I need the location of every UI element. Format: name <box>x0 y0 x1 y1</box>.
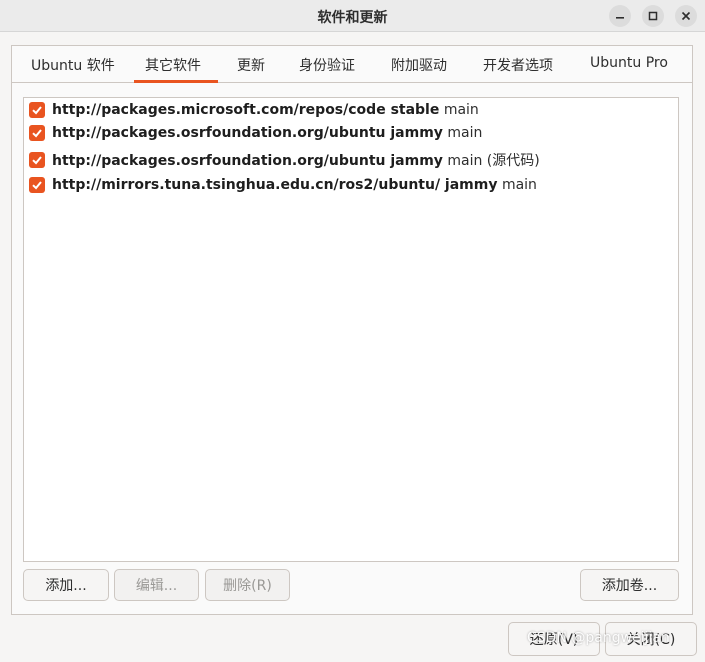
checkmark-icon <box>32 181 42 190</box>
tab-developer-options[interactable]: 开发者选项 <box>483 55 553 75</box>
active-tab-indicator <box>134 80 218 83</box>
source-url: http://packages.microsoft.com/repos/code… <box>52 102 440 118</box>
tab-panel: Ubuntu 软件 其它软件 更新 身份验证 附加驱动 开发者选项 Ubuntu… <box>11 45 693 615</box>
title-bar: 软件和更新 <box>0 0 705 32</box>
window-title: 软件和更新 <box>317 10 388 26</box>
close-window-button[interactable] <box>675 5 697 27</box>
source-component: main <box>443 102 479 118</box>
tab-ubuntu-pro[interactable]: Ubuntu Pro <box>590 55 668 71</box>
source-component: main <box>447 125 483 141</box>
tab-ubuntu-software[interactable]: Ubuntu 软件 <box>31 55 115 75</box>
tab-bar: Ubuntu 软件 其它软件 更新 身份验证 附加驱动 开发者选项 Ubuntu… <box>12 46 692 83</box>
remove-source-button[interactable]: 删除(R) <box>205 569 290 601</box>
source-checkbox[interactable] <box>29 177 45 193</box>
add-volume-button[interactable]: 添加卷... <box>580 569 679 601</box>
edit-source-button[interactable]: 编辑... <box>114 569 199 601</box>
source-url: http://packages.osrfoundation.org/ubuntu… <box>52 125 443 141</box>
source-url: http://mirrors.tuna.tsinghua.edu.cn/ros2… <box>52 177 498 193</box>
source-label: http://mirrors.tuna.tsinghua.edu.cn/ros2… <box>52 177 537 193</box>
source-label: http://packages.osrfoundation.org/ubuntu… <box>52 150 540 170</box>
source-label: http://packages.microsoft.com/repos/code… <box>52 102 479 118</box>
source-component: main <box>501 177 537 193</box>
maximize-icon <box>648 11 658 21</box>
source-label: http://packages.osrfoundation.org/ubuntu… <box>52 125 482 141</box>
checkmark-icon <box>32 156 42 165</box>
source-component: main (源代码) <box>447 153 540 169</box>
minimize-button[interactable] <box>609 5 631 27</box>
tab-authentication[interactable]: 身份验证 <box>299 55 355 75</box>
close-icon <box>681 11 691 21</box>
checkmark-icon <box>32 106 42 115</box>
tab-additional-drivers[interactable]: 附加驱动 <box>391 55 447 75</box>
source-checkbox[interactable] <box>29 125 45 141</box>
add-source-button[interactable]: 添加... <box>23 569 109 601</box>
maximize-button[interactable] <box>642 5 664 27</box>
source-checkbox[interactable] <box>29 102 45 118</box>
source-checkbox[interactable] <box>29 152 45 168</box>
minimize-icon <box>616 17 624 19</box>
watermark: CSDN @pangweijian <box>527 630 670 646</box>
tab-other-software[interactable]: 其它软件 <box>145 55 201 75</box>
checkmark-icon <box>32 129 42 138</box>
source-url: http://packages.osrfoundation.org/ubuntu… <box>52 153 443 169</box>
tab-updates[interactable]: 更新 <box>237 55 265 75</box>
sources-list[interactable]: http://packages.microsoft.com/repos/code… <box>23 97 679 562</box>
